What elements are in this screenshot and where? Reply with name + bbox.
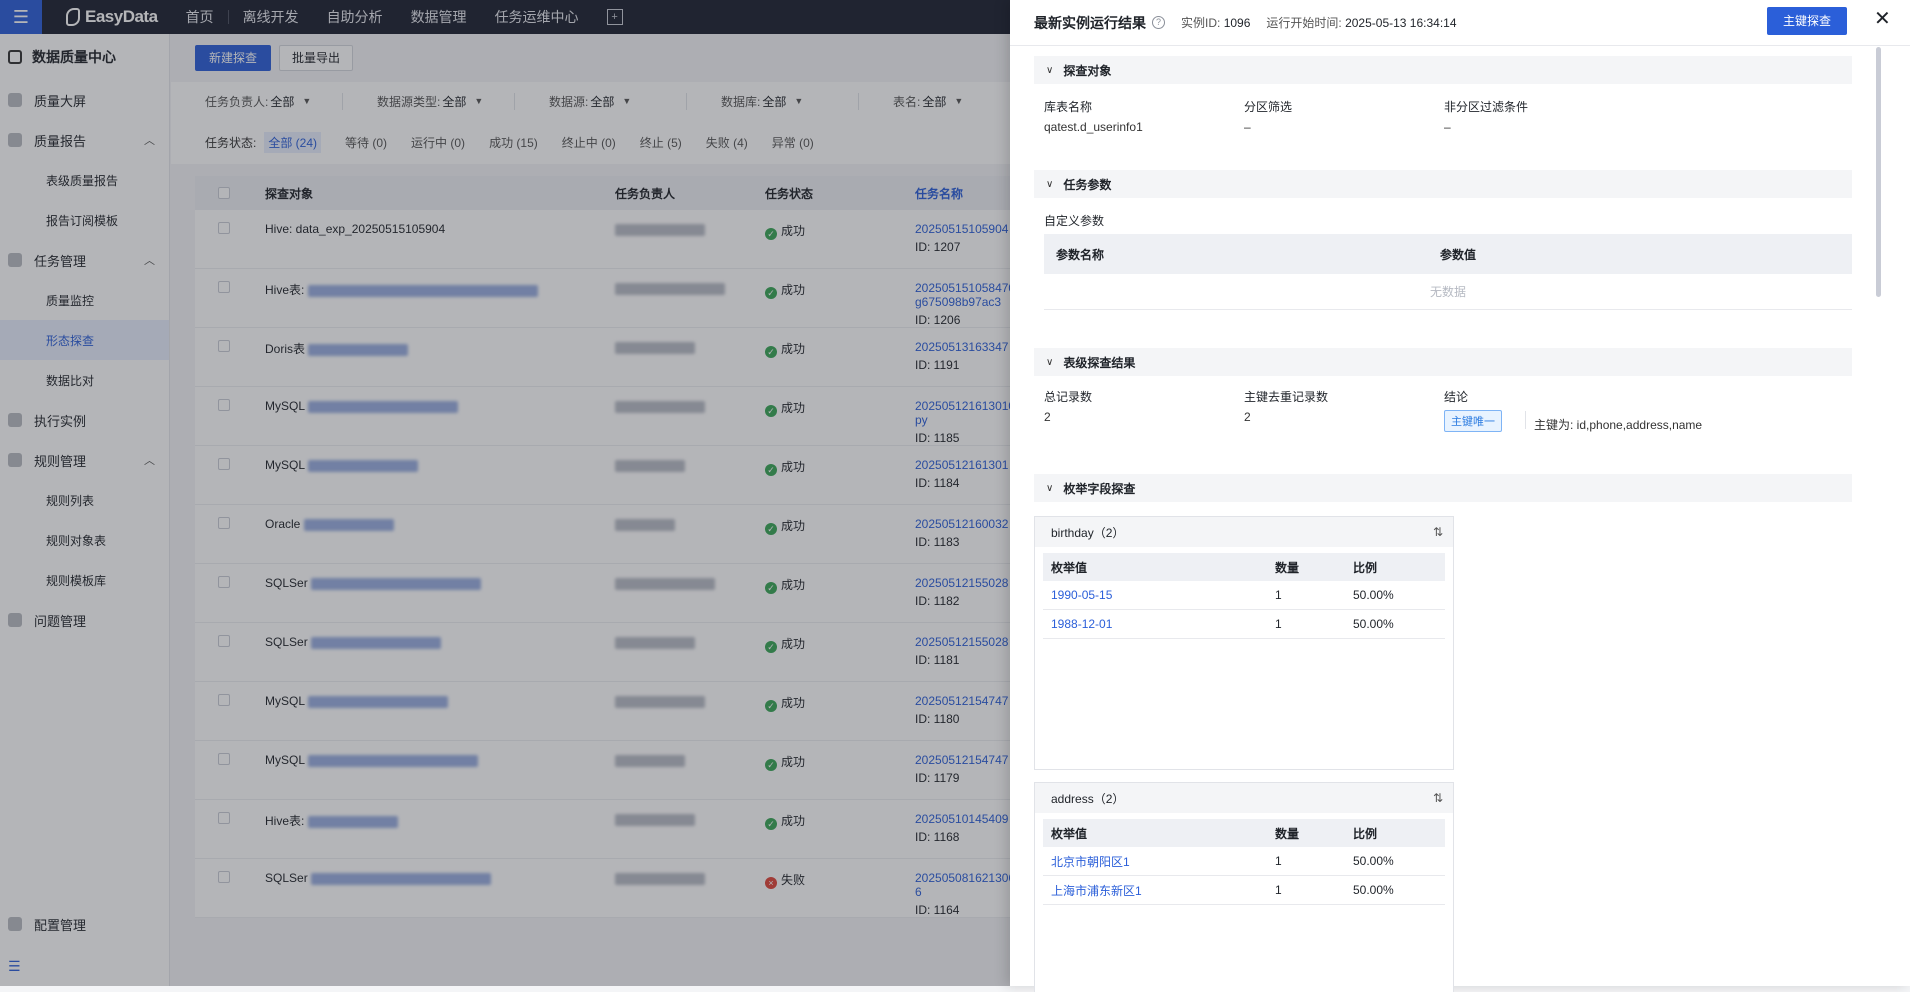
enum-card-birthday: birthday（2） ⇅ 枚举值 数量 比例 1990-05-15 1 50.0… (1034, 516, 1454, 770)
total-records-value: 2 (1044, 410, 1051, 424)
help-icon[interactable]: ? (1152, 16, 1165, 29)
field-label: 非分区过滤条件 (1444, 100, 1529, 114)
enum-ratio: 50.00% (1353, 883, 1394, 897)
col-header-enum-value: 枚举值 (1051, 826, 1088, 841)
params-table-header: 参数名称 参数值 (1044, 234, 1852, 274)
col-header-ratio: 比例 (1353, 560, 1378, 575)
modal-mask[interactable] (0, 0, 1010, 986)
enum-count: 1 (1275, 588, 1282, 602)
col-header-param-value: 参数值 (1440, 247, 1477, 262)
field-label: 分区筛选 (1244, 100, 1293, 114)
result-drawer: 最新实例运行结果 ? 实例ID: 1096 运行开始时间: 2025-05-13… (1010, 0, 1910, 992)
enum-value-link[interactable]: 1988-12-01 (1043, 617, 1275, 631)
enum-card-header: birthday（2） ⇅ (1035, 517, 1453, 547)
table-row: 上海市浦东新区1 1 50.00% (1043, 876, 1445, 905)
instance-id-value: 1096 (1223, 16, 1251, 30)
field-value-table-name: qatest.d_userinfo1 (1044, 120, 1143, 134)
pk-columns-text: 主键为: id,phone,address,name (1534, 418, 1703, 432)
enum-table: 枚举值 数量 比例 1990-05-15 1 50.00% 1988-12-01… (1043, 553, 1445, 639)
enum-field-name: address（2） (1051, 791, 1125, 806)
start-time-value: 2025-05-13 16:34:14 (1345, 16, 1457, 30)
enum-card-address: address（2） ⇅ 枚举值 数量 比例 北京市朝阳区1 1 50.00% 上… (1034, 782, 1454, 992)
chevron-down-icon: ∨ (1046, 64, 1054, 76)
drawer-body: ∨ 探查对象 库表名称 qatest.d_userinfo1 分区筛选 – 非分区… (1034, 46, 1874, 992)
col-header-param-name: 参数名称 (1056, 247, 1105, 262)
enum-value-link[interactable]: 1990-05-15 (1043, 588, 1275, 602)
enum-value-link[interactable]: 北京市朝阳区1 (1043, 853, 1275, 870)
start-time: 运行开始时间: 2025-05-13 16:34:14 (1266, 14, 1456, 31)
section-table-result-header[interactable]: ∨ 表级探查结果 (1034, 348, 1852, 376)
enum-count: 1 (1275, 883, 1282, 897)
section-enum-header[interactable]: ∨ 枚举字段探查 (1034, 474, 1852, 502)
divider (1525, 411, 1526, 429)
field-label: 总记录数 (1044, 390, 1093, 404)
section-title: 表级探查结果 (1063, 355, 1136, 370)
enum-card-header: address（2） ⇅ (1035, 783, 1453, 813)
col-header-count: 数量 (1275, 560, 1300, 575)
col-header-ratio: 比例 (1353, 826, 1378, 841)
instance-id: 实例ID: 1096 (1181, 14, 1250, 31)
enum-value-link[interactable]: 上海市浦东新区1 (1043, 882, 1275, 899)
drawer-title: 最新实例运行结果 (1034, 14, 1146, 31)
table-row: 1988-12-01 1 50.00% (1043, 610, 1445, 639)
enum-ratio: 50.00% (1353, 588, 1394, 602)
primary-key-profile-button[interactable]: 主键探查 (1767, 7, 1848, 35)
col-header-enum-value: 枚举值 (1051, 560, 1088, 575)
enum-count: 1 (1275, 617, 1282, 631)
field-label: 结论 (1444, 390, 1469, 404)
chevron-down-icon: ∨ (1046, 178, 1054, 190)
chevron-down-icon: ∨ (1046, 356, 1054, 368)
pk-unique-badge: 主键唯一 (1444, 410, 1502, 432)
section-title: 探查对象 (1063, 63, 1112, 78)
enum-table-header: 枚举值 数量 比例 (1043, 553, 1445, 581)
instance-id-label: 实例ID: (1181, 16, 1221, 30)
enum-field-name: birthday（2） (1051, 525, 1125, 540)
empty-state: 无数据 (1044, 274, 1852, 310)
table-row: 北京市朝阳区1 1 50.00% (1043, 847, 1445, 876)
field-value-partition: – (1244, 120, 1251, 134)
distinct-pk-value: 2 (1244, 410, 1251, 424)
sort-icon[interactable]: ⇅ (1433, 525, 1443, 539)
section-params-header[interactable]: ∨ 任务参数 (1034, 170, 1852, 198)
enum-count: 1 (1275, 854, 1282, 868)
enum-table: 枚举值 数量 比例 北京市朝阳区1 1 50.00% 上海市浦东新区1 1 50… (1043, 819, 1445, 905)
custom-params-label: 自定义参数 (1044, 214, 1105, 228)
chevron-down-icon: ∨ (1046, 482, 1054, 494)
section-title: 任务参数 (1063, 177, 1112, 192)
field-value-filter: – (1444, 120, 1451, 134)
section-object-header[interactable]: ∨ 探查对象 (1034, 56, 1852, 84)
start-time-label: 运行开始时间: (1266, 16, 1342, 30)
enum-ratio: 50.00% (1353, 617, 1394, 631)
drawer-scrollbar[interactable] (1876, 47, 1881, 297)
field-label: 库表名称 (1044, 100, 1093, 114)
col-header-count: 数量 (1275, 826, 1300, 841)
section-title: 枚举字段探查 (1063, 481, 1136, 496)
close-icon[interactable]: ✕ (1874, 6, 1891, 31)
params-table: 参数名称 参数值 无数据 (1044, 234, 1852, 310)
sort-icon[interactable]: ⇅ (1433, 791, 1443, 805)
enum-table-header: 枚举值 数量 比例 (1043, 819, 1445, 847)
table-row: 1990-05-15 1 50.00% (1043, 581, 1445, 610)
drawer-header: 最新实例运行结果 ? 实例ID: 1096 运行开始时间: 2025-05-13… (1010, 0, 1910, 46)
enum-ratio: 50.00% (1353, 854, 1394, 868)
field-label: 主键去重记录数 (1244, 390, 1329, 404)
